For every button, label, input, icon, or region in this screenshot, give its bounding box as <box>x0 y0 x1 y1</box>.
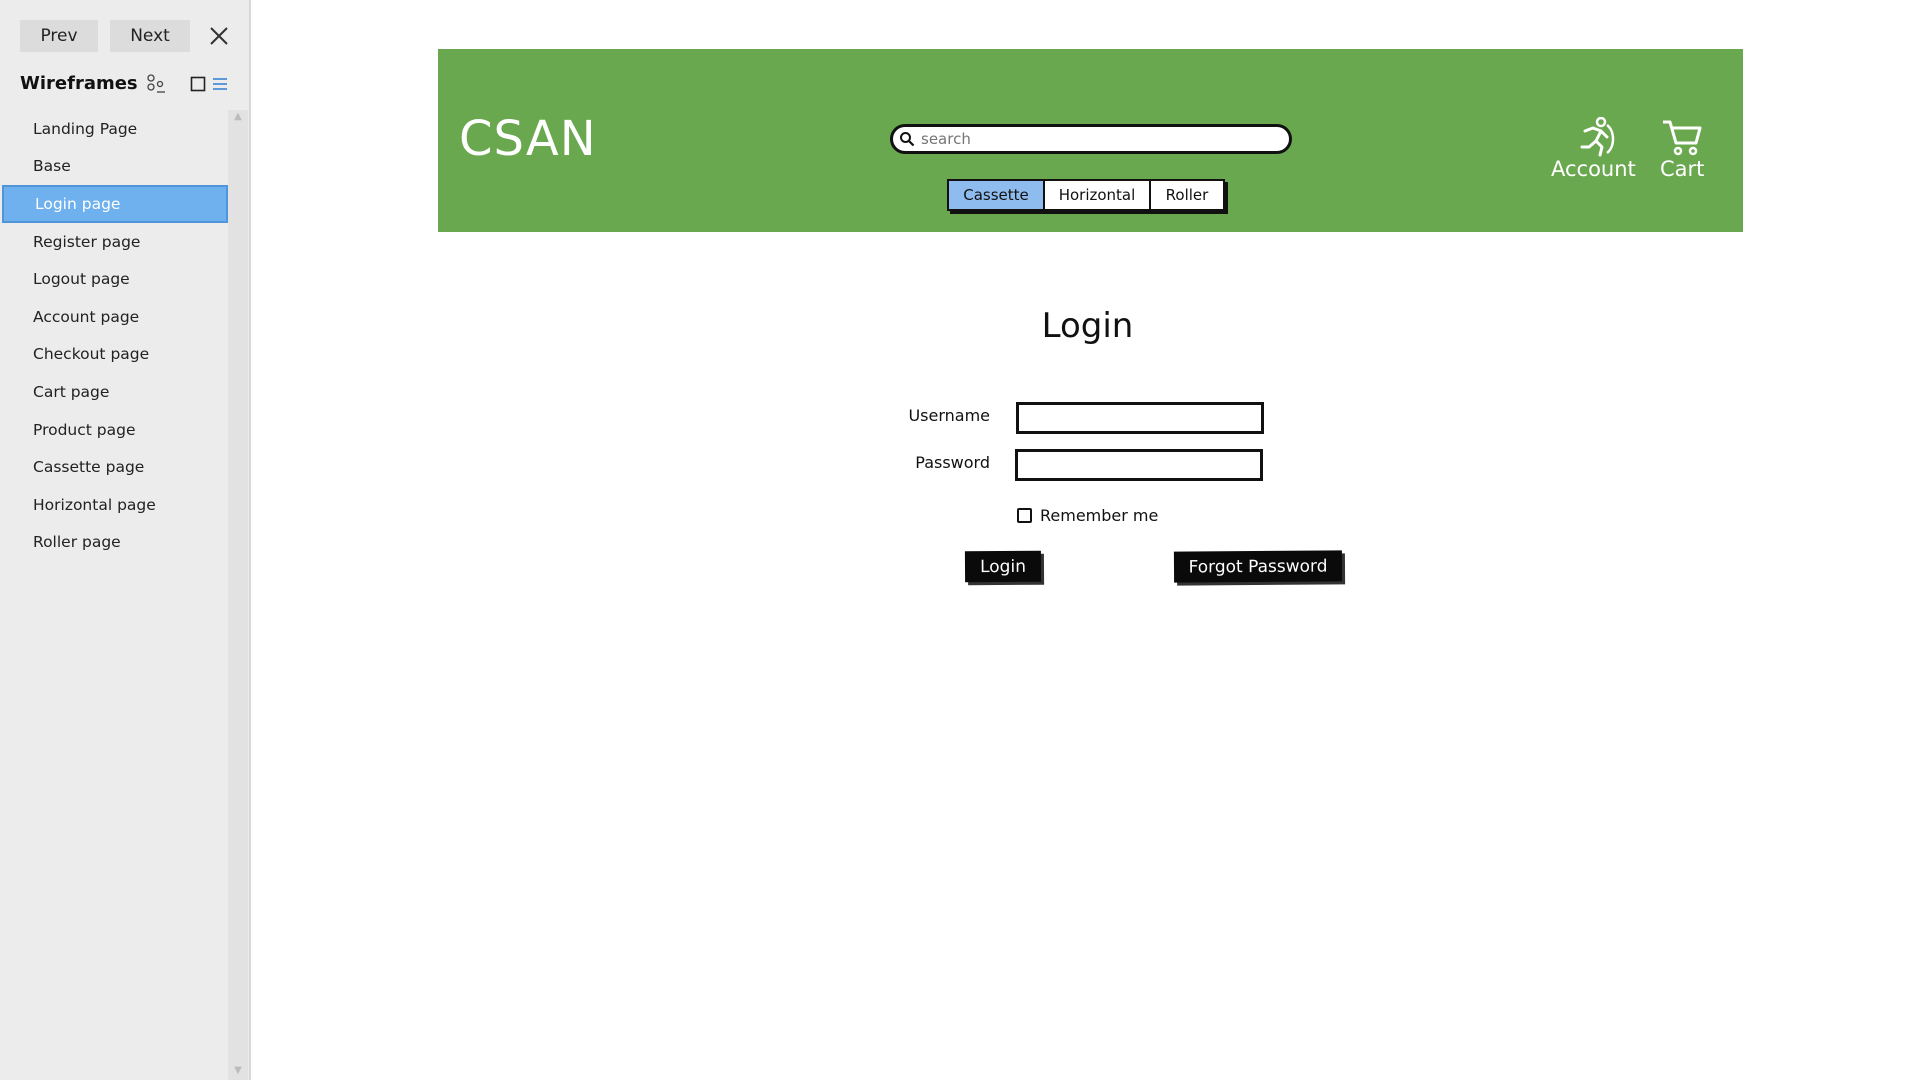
page-list-item[interactable]: Logout page <box>0 260 228 298</box>
cart-icon <box>1663 120 1702 156</box>
site-header: CSAN Cassette Horizontal Roller Account … <box>438 49 1743 232</box>
category-tabs: Cassette Horizontal Roller <box>947 179 1225 211</box>
next-button[interactable]: Next <box>110 20 190 52</box>
password-field[interactable] <box>1015 449 1263 481</box>
page-list-item[interactable]: Cart page <box>0 373 228 411</box>
page-list-item[interactable]: Cassette page <box>0 448 228 486</box>
page-list-item[interactable]: Account page <box>0 298 228 336</box>
password-label: Password <box>915 453 990 472</box>
tab-cassette[interactable]: Cassette <box>949 181 1045 209</box>
search-bar[interactable] <box>890 124 1292 154</box>
forgot-password-button[interactable]: Forgot Password <box>1173 550 1343 583</box>
remember-me-checkbox[interactable]: Remember me <box>1017 506 1158 525</box>
cart-label: Cart <box>1660 157 1705 181</box>
page-list-item[interactable]: Base <box>0 148 228 186</box>
account-icon <box>1580 117 1615 157</box>
list-view-icon[interactable] <box>212 76 228 92</box>
page-list: Landing Page Base Login page Register pa… <box>0 110 228 561</box>
single-view-icon[interactable] <box>190 76 206 92</box>
search-input[interactable] <box>919 129 1283 149</box>
search-icon <box>900 132 915 147</box>
prev-button[interactable]: Prev <box>20 20 98 52</box>
tab-roller[interactable]: Roller <box>1151 181 1223 209</box>
cart-link[interactable]: Cart <box>1660 117 1704 181</box>
close-icon[interactable] <box>207 24 231 48</box>
page-list-item[interactable]: Horizontal page <box>0 486 228 524</box>
brand-logo[interactable]: CSAN <box>459 111 597 167</box>
username-field[interactable] <box>1016 402 1264 434</box>
wireframe-panel: Prev Next Wireframes Landing Page Base L… <box>0 0 251 1080</box>
page-list-item[interactable]: Landing Page <box>0 110 228 148</box>
page-list-scrollbar[interactable] <box>228 110 248 1080</box>
page-list-item-selected[interactable]: Login page <box>2 185 228 223</box>
checkbox-box[interactable] <box>1017 508 1032 523</box>
tab-horizontal[interactable]: Horizontal <box>1045 181 1151 209</box>
remember-me-label: Remember me <box>1040 506 1159 525</box>
account-label: Account <box>1551 157 1636 181</box>
username-label: Username <box>908 406 990 425</box>
page-list-item[interactable]: Roller page <box>0 524 228 562</box>
login-button[interactable]: Login <box>964 550 1042 583</box>
scroll-up-icon[interactable]: ▲ <box>232 112 244 122</box>
page-list-item[interactable]: Register page <box>0 223 228 261</box>
sitemap-icon[interactable] <box>146 73 166 94</box>
page-title: Login <box>1041 306 1134 346</box>
scroll-down-icon[interactable]: ▼ <box>232 1066 244 1076</box>
account-link[interactable]: Account <box>1551 117 1636 181</box>
page-list-item[interactable]: Product page <box>0 411 228 449</box>
panel-title: Wireframes <box>20 73 166 94</box>
panel-title-label: Wireframes <box>20 73 138 94</box>
page-list-item[interactable]: Checkout page <box>0 336 228 374</box>
